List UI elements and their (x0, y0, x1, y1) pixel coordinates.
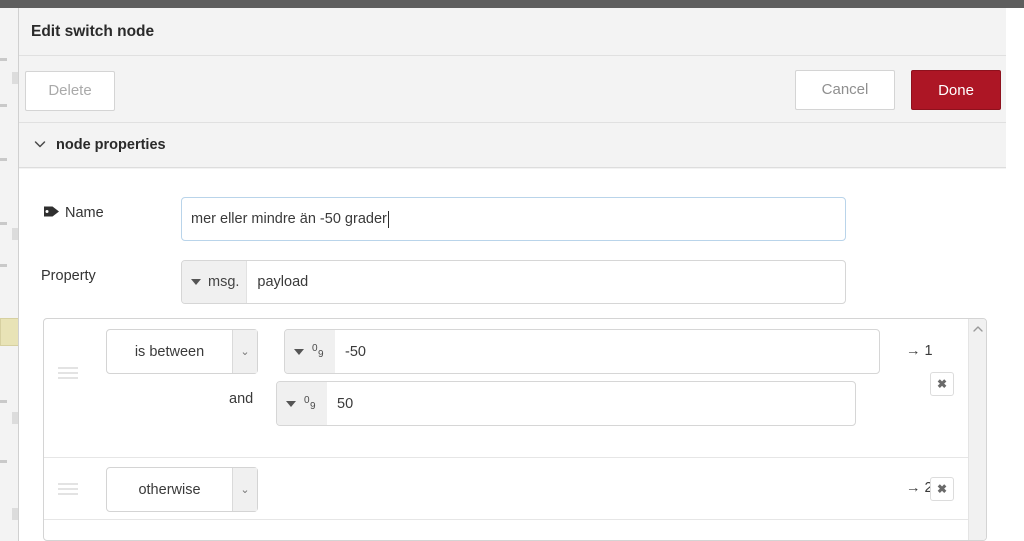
rules-container: is between ⌄ 0 9 -50 and 0 9 50 → 1 ✖ ot… (43, 318, 987, 541)
rule-1-and-label: and (229, 391, 254, 407)
rule-1-value2-type-selector[interactable]: 0 9 (277, 382, 327, 425)
node-properties-label: node properties (56, 137, 166, 153)
dialog-body: Name mer eller mindre än -50 grader Prop… (19, 169, 1006, 541)
triangle-down-icon (286, 400, 296, 407)
rule-1-delete-button[interactable]: ✖ (930, 372, 954, 396)
chevron-down-icon (34, 141, 46, 148)
property-type-selector[interactable]: msg. (182, 261, 248, 303)
rules-scroll-area: is between ⌄ 0 9 -50 and 0 9 50 → 1 ✖ ot… (44, 319, 969, 540)
chevron-down-icon: ⌄ (232, 330, 257, 373)
property-typed-input[interactable]: msg. payload (181, 260, 846, 304)
delete-button[interactable]: Delete (25, 71, 115, 111)
table-row: is between ⌄ 0 9 -50 and 0 9 50 → 1 ✖ (44, 319, 969, 458)
triangle-down-icon (191, 279, 201, 285)
rule-1-value2-input[interactable]: 0 9 50 (276, 381, 856, 426)
rule-1-output-label: → 1 (906, 343, 933, 359)
number-type-icon: 0 9 (312, 343, 324, 360)
rule-1-value1: -50 (345, 343, 366, 360)
property-row: Property msg. payload (19, 254, 1006, 304)
rule-2-operator-label: otherwise (138, 481, 201, 498)
rule-2-delete-button[interactable]: ✖ (930, 477, 954, 501)
rule-1-value1-input[interactable]: 0 9 -50 (284, 329, 880, 374)
rule-2-output-label: → 2 (906, 480, 933, 496)
rule-1-operator-label: is between (134, 343, 205, 360)
rule-1-operator-select[interactable]: is between ⌄ (106, 329, 258, 374)
table-row: otherwise ⌄ → 2 ✖ (44, 458, 969, 520)
chevron-down-icon: ⌄ (232, 468, 257, 511)
rule-1-value1-type-selector[interactable]: 0 9 (285, 330, 335, 373)
edit-switch-node-dialog: Edit switch node Delete Cancel Done node… (18, 8, 1006, 541)
name-label: Name (65, 205, 104, 221)
node-properties-section-header[interactable]: node properties (19, 124, 1006, 168)
chevron-up-icon[interactable] (972, 323, 984, 335)
drag-handle-icon[interactable] (58, 367, 78, 381)
triangle-down-icon (294, 348, 304, 355)
name-row: Name mer eller mindre än -50 grader (19, 191, 1006, 241)
property-value: payload (257, 274, 309, 290)
dialog-button-bar: Delete Cancel Done (19, 57, 1006, 123)
drag-handle-icon[interactable] (58, 483, 78, 497)
dialog-title: Edit switch node (19, 8, 1006, 56)
property-type-label: msg. (208, 274, 240, 290)
number-type-icon: 0 9 (304, 395, 316, 412)
rules-scrollbar[interactable] (968, 319, 986, 540)
name-input[interactable]: mer eller mindre än -50 grader (181, 197, 846, 241)
done-button[interactable]: Done (911, 70, 1001, 110)
rule-2-operator-select[interactable]: otherwise ⌄ (106, 467, 258, 512)
window-top-bar (0, 0, 1024, 8)
name-input-value: mer eller mindre än -50 grader (191, 211, 387, 227)
rule-1-value2: 50 (337, 395, 354, 412)
tag-icon (44, 206, 59, 217)
text-cursor (387, 210, 389, 228)
cancel-button[interactable]: Cancel (795, 70, 895, 110)
property-label: Property (41, 268, 96, 284)
